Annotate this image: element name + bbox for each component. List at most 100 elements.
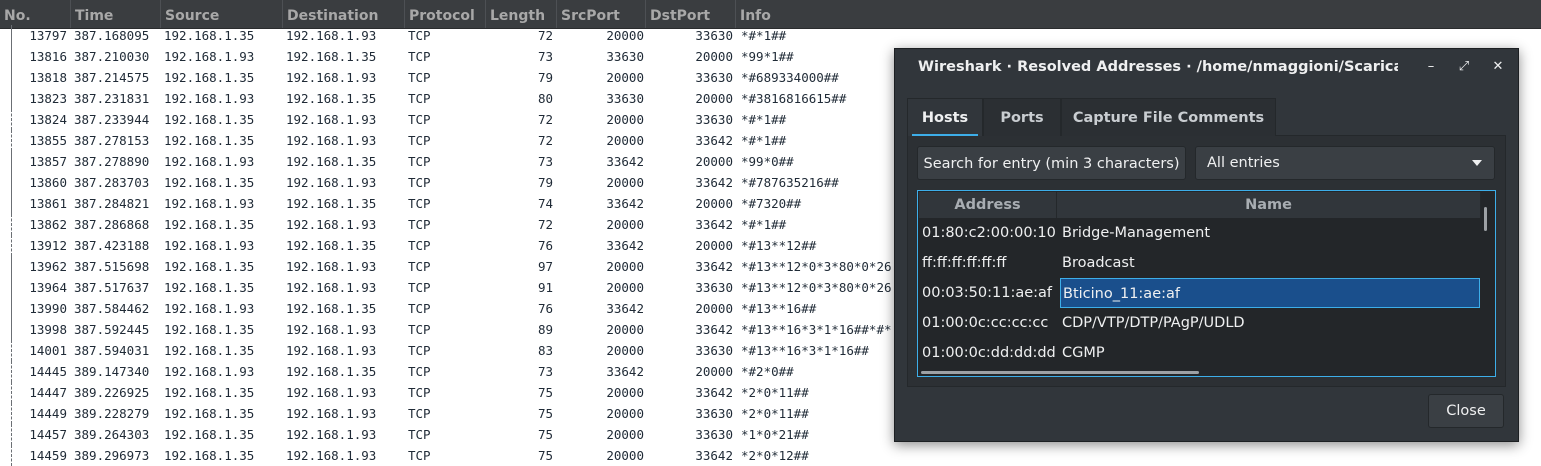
packet-cell-protocol: TCP [408,448,431,463]
packet-cell-dstport: 33642 [695,385,733,400]
column-header-info[interactable]: Info [735,0,1541,28]
horizontal-scrollbar[interactable] [921,371,1199,374]
packet-cell-length: 72 [537,217,553,232]
packet-cell-srcport: 33630 [606,91,644,106]
packet-cell-source: 192.168.1.35 [164,175,255,190]
packet-cell-source: 192.168.1.93 [164,196,255,211]
packet-cell-srcport: 20000 [606,133,644,148]
packet-cell-time: 387.283703 [74,175,150,190]
packet-cell-srcport: 20000 [606,28,644,43]
packet-cell-no: 13855 [29,133,67,148]
column-header-destination[interactable]: Destination [282,0,404,28]
packet-cell-destination: 192.168.1.93 [286,259,377,274]
tab-ports[interactable]: Ports [983,98,1061,136]
packet-cell-length: 91 [537,280,553,295]
packet-cell-no: 13818 [29,70,67,85]
host-address: 01:00:0c:dd:dd:dd [922,345,1056,361]
packet-row[interactable]: 13797 387.168095 192.168.1.35 192.168.1.93 T… [0,25,1541,46]
packet-cell-time: 389.226925 [74,385,150,400]
close-icon[interactable]: ✕ [1490,59,1506,75]
packet-cell-protocol: TCP [408,112,431,127]
packet-cell-no: 14457 [29,427,67,442]
packet-cell-source: 192.168.1.35 [164,217,255,232]
column-header-time[interactable]: Time [70,0,160,28]
packet-cell-source: 192.168.1.35 [164,70,255,85]
packet-cell-dstport: 33642 [695,448,733,463]
dialog-titlebar[interactable]: Wireshark · Resolved Addresses · /home/n… [895,49,1518,87]
packet-cell-dstport: 20000 [695,238,733,253]
maximize-icon[interactable]: ⤢ [1456,59,1472,75]
packet-cell-no: 13824 [29,112,67,127]
packet-cell-length: 72 [537,112,553,127]
packet-cell-srcport: 20000 [606,112,644,127]
host-row[interactable]: 01:00:0c:dd:dd:dd CGMP [919,338,1480,368]
column-header-protocol[interactable]: Protocol [404,0,485,28]
packet-cell-source: 192.168.1.35 [164,322,255,337]
packet-cell-dstport: 33642 [695,217,733,232]
packet-cell-dstport: 33642 [695,322,733,337]
packet-cell-time: 389.264303 [74,427,150,442]
packet-cell-length: 75 [537,427,553,442]
packet-cell-source: 192.168.1.93 [164,301,255,316]
packet-cell-destination: 192.168.1.93 [286,28,377,43]
packet-cell-source: 192.168.1.93 [164,364,255,379]
packet-cell-srcport: 20000 [606,217,644,232]
host-address: 01:00:0c:cc:cc:cc [922,315,1049,331]
host-row[interactable]: 01:00:0c:cc:cc:cc CDP/VTP/DTP/PAgP/UDLD [919,308,1480,338]
host-row[interactable]: 01:80:c2:00:00:10 Bridge-Management [919,218,1480,248]
packet-cell-no: 13816 [29,49,67,64]
packet-cell-protocol: TCP [408,49,431,64]
packet-cell-no: 13962 [29,259,67,274]
host-row[interactable]: ff:ff:ff:ff:ff:ff Broadcast [919,248,1480,278]
packet-cell-no: 13860 [29,175,67,190]
host-name: CGMP [1062,345,1105,361]
column-header-dstport[interactable]: DstPort [645,0,735,28]
packet-cell-source: 192.168.1.35 [164,406,255,421]
host-address: 01:80:c2:00:00:10 [922,225,1056,241]
packet-cell-time: 387.214575 [74,70,150,85]
minimize-icon[interactable]: – [1423,59,1439,75]
packet-cell-destination: 192.168.1.93 [286,112,377,127]
resolved-addresses-dialog: Wireshark · Resolved Addresses · /home/n… [894,48,1519,442]
tab-capture-file-comments[interactable]: Capture File Comments [1061,98,1276,136]
vertical-scrollbar[interactable] [1484,207,1487,231]
hosts-table[interactable]: Address Name 01:80:c2:00:00:10 Bridge-Man… [917,190,1496,377]
packet-cell-protocol: TCP [408,238,431,253]
column-header-srcport[interactable]: SrcPort [556,0,645,28]
packet-cell-source: 192.168.1.93 [164,154,255,169]
entries-filter-select[interactable]: All entries [1195,146,1495,180]
column-header-source[interactable]: Source [160,0,282,28]
packet-cell-info: *2*0*12## [741,448,809,463]
column-header-no[interactable]: No. [0,0,70,28]
packet-cell-srcport: 20000 [606,343,644,358]
close-button[interactable]: Close [1428,394,1504,428]
host-address: 00:03:50:11:ae:af [922,285,1053,301]
tab-hosts[interactable]: Hosts [907,98,983,136]
packet-cell-protocol: TCP [408,364,431,379]
packet-cell-destination: 192.168.1.93 [286,70,377,85]
packet-cell-protocol: TCP [408,175,431,190]
packet-cell-destination: 192.168.1.93 [286,427,377,442]
packet-cell-source: 192.168.1.35 [164,259,255,274]
table-header-address[interactable]: Address [919,192,1057,218]
host-name: Broadcast [1062,255,1135,271]
packet-cell-dstport: 33642 [695,175,733,190]
packet-cell-info: *#*1## [741,28,787,43]
table-header-name[interactable]: Name [1057,192,1481,218]
packet-cell-source: 192.168.1.35 [164,133,255,148]
packet-cell-srcport: 20000 [606,70,644,85]
packet-row[interactable]: 14459 389.296973 192.168.1.35 192.168.1.93 T… [0,445,1541,466]
packet-cell-no: 13998 [29,322,67,337]
packet-cell-destination: 192.168.1.93 [286,385,377,400]
packet-cell-source: 192.168.1.35 [164,448,255,463]
packet-cell-protocol: TCP [408,133,431,148]
packet-cell-destination: 192.168.1.35 [286,238,377,253]
packet-cell-protocol: TCP [408,70,431,85]
packet-cell-protocol: TCP [408,301,431,316]
packet-cell-time: 389.296973 [74,448,150,463]
search-entry-input[interactable]: Search for entry (min 3 characters) [917,146,1186,180]
column-header-length[interactable]: Length [485,0,556,28]
host-row[interactable]: 00:03:50:11:ae:af Bticino_11:ae:af [919,278,1480,308]
packet-cell-length: 73 [537,364,553,379]
packet-cell-time: 387.278153 [74,133,150,148]
